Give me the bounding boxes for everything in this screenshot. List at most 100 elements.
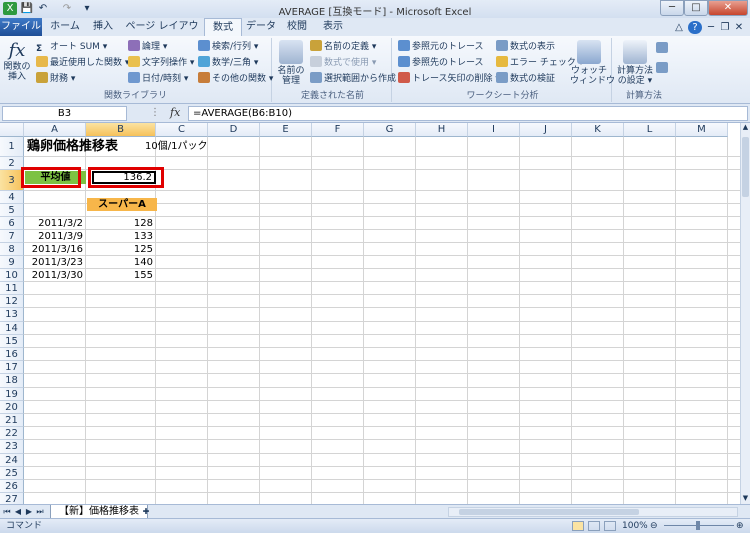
vertical-scrollbar[interactable]: ▲ ▼ <box>740 123 750 504</box>
tab-page-layout[interactable]: ページ レイアウト <box>122 18 202 50</box>
row-header-17[interactable]: 17 <box>0 361 24 375</box>
row-header-16[interactable]: 16 <box>0 348 24 362</box>
row-header-13[interactable]: 13 <box>0 308 24 322</box>
scroll-up-icon[interactable]: ▲ <box>741 123 750 133</box>
row-header-22[interactable]: 22 <box>0 427 24 441</box>
date-cell[interactable]: 2011/3/2 <box>25 217 83 230</box>
select-all-corner[interactable] <box>0 123 24 137</box>
prev-sheet-icon[interactable]: ◀ <box>13 507 23 516</box>
row-header-23[interactable]: 23 <box>0 440 24 454</box>
minimize-button[interactable]: ─ <box>660 0 684 16</box>
text-button[interactable]: 文字列操作 ▾ <box>128 56 194 71</box>
remove-arrows-button[interactable]: トレース矢印の削除 ▾ <box>398 72 500 87</box>
formula-input[interactable]: =AVERAGE(B6:B10) <box>188 106 748 121</box>
create-from-selection-button[interactable]: 選択範囲から作成 <box>310 72 396 87</box>
column-header-d[interactable]: D <box>208 123 260 137</box>
window-close-icon[interactable]: ✕ <box>732 21 746 34</box>
row-header-15[interactable]: 15 <box>0 334 24 348</box>
tab-view[interactable]: 表示 <box>316 18 350 36</box>
vertical-scroll-thumb[interactable] <box>742 137 749 197</box>
column-header-k[interactable]: K <box>572 123 624 137</box>
row-header-20[interactable]: 20 <box>0 400 24 414</box>
evaluate-formula-button[interactable]: 数式の検証 <box>496 72 555 87</box>
row-header-14[interactable]: 14 <box>0 321 24 335</box>
last-sheet-icon[interactable]: ⏭ <box>35 507 45 517</box>
row-header-24[interactable]: 24 <box>0 453 24 467</box>
calculation-options-button[interactable]: 計算方法 の設定 ▾ <box>616 40 654 86</box>
column-header-a[interactable]: A <box>24 123 86 137</box>
row-header-4[interactable]: 4 <box>0 191 24 204</box>
recent-functions-button[interactable]: 最近使用した関数 ▾ <box>36 56 129 71</box>
row-header-5[interactable]: 5 <box>0 204 24 217</box>
date-cell[interactable]: 2011/3/30 <box>25 269 83 282</box>
row-header-6[interactable]: 6 <box>0 217 24 230</box>
help-icon[interactable]: ? <box>688 21 702 34</box>
trace-dependents-button[interactable]: 参照先のトレース <box>398 56 484 71</box>
price-cell[interactable]: 140 <box>87 256 153 269</box>
column-header-e[interactable]: E <box>260 123 312 137</box>
row-header-7[interactable]: 7 <box>0 230 24 243</box>
tab-insert[interactable]: 挿入 <box>86 18 120 36</box>
tab-data[interactable]: データ <box>244 18 278 36</box>
trace-precedents-button[interactable]: 参照元のトレース <box>398 40 484 55</box>
insert-function-fx-icon[interactable]: fx <box>170 106 180 119</box>
row-header-19[interactable]: 19 <box>0 387 24 401</box>
tab-file[interactable]: ファイル <box>0 18 42 36</box>
define-name-button[interactable]: 名前の定義 ▾ <box>310 40 376 55</box>
row-header-21[interactable]: 21 <box>0 414 24 428</box>
name-manager-button[interactable]: 名前の 管理 <box>276 40 306 86</box>
show-formulas-button[interactable]: 数式の表示 <box>496 40 555 55</box>
logical-button[interactable]: 論理 ▾ <box>128 40 167 55</box>
calculate-sheet-button[interactable] <box>656 62 670 77</box>
row-header-1[interactable]: 1 <box>0 137 24 157</box>
column-header-g[interactable]: G <box>364 123 416 137</box>
column-header-c[interactable]: C <box>156 123 208 137</box>
lookup-button[interactable]: 検索/行列 ▾ <box>198 40 258 55</box>
column-header-l[interactable]: L <box>624 123 676 137</box>
zoom-in-icon[interactable]: ⊕ <box>736 519 744 533</box>
math-button[interactable]: 数学/三角 ▾ <box>198 56 258 71</box>
more-functions-button[interactable]: その他の関数 ▾ <box>198 72 273 87</box>
column-header-f[interactable]: F <box>312 123 364 137</box>
price-cell[interactable]: 128 <box>87 217 153 230</box>
worksheet-grid[interactable]: ABCDEFGHIJKLM 1 2 3 4 5 6 7 8 9 10 11 12 13 14 15 16 17 1… <box>0 123 740 504</box>
financial-button[interactable]: 財務 ▾ <box>36 72 75 87</box>
use-in-formula-button[interactable]: 数式で使用 ▾ <box>310 56 376 71</box>
column-header-m[interactable]: M <box>676 123 728 137</box>
tab-formulas[interactable]: 数式 <box>204 18 242 37</box>
unit-note[interactable]: 10個/1パック <box>145 137 207 157</box>
column-header-j[interactable]: J <box>520 123 572 137</box>
page-layout-view-icon[interactable] <box>588 521 600 531</box>
date-cell[interactable]: 2011/3/9 <box>25 230 83 243</box>
row-header-25[interactable]: 25 <box>0 466 24 480</box>
row-header-18[interactable]: 18 <box>0 374 24 388</box>
price-cell[interactable]: 133 <box>87 230 153 243</box>
row-header-8[interactable]: 8 <box>0 243 24 256</box>
tab-review[interactable]: 校閲 <box>280 18 314 36</box>
sheet-tab[interactable]: 【新】価格推移表 <box>50 505 148 519</box>
column-header-h[interactable]: H <box>416 123 468 137</box>
date-cell[interactable]: 2011/3/23 <box>25 256 83 269</box>
calculate-now-button[interactable] <box>656 42 670 57</box>
scroll-down-icon[interactable]: ▼ <box>741 494 750 504</box>
autosum-button[interactable]: Σ オート SUM ▾ <box>36 40 107 55</box>
row-header-27[interactable]: 27 <box>0 493 24 504</box>
normal-view-icon[interactable] <box>572 521 584 531</box>
page-break-view-icon[interactable] <box>604 521 616 531</box>
close-button[interactable]: ✕ <box>708 0 748 16</box>
row-header-11[interactable]: 11 <box>0 282 24 296</box>
row-header-26[interactable]: 26 <box>0 480 24 494</box>
first-sheet-icon[interactable]: ⏮ <box>2 507 12 517</box>
insert-sheet-icon[interactable]: ✚ <box>140 507 152 516</box>
date-cell[interactable]: 2011/3/16 <box>25 243 83 256</box>
datetime-button[interactable]: 日付/時刻 ▾ <box>128 72 188 87</box>
window-minimize-icon[interactable]: ─ <box>704 21 718 34</box>
row-header-9[interactable]: 9 <box>0 256 24 269</box>
price-cell[interactable]: 155 <box>87 269 153 282</box>
insert-function-button[interactable]: fx 関数の 挿入 <box>2 40 32 82</box>
price-cell[interactable]: 125 <box>87 243 153 256</box>
window-restore-icon[interactable]: ❐ <box>718 21 732 34</box>
next-sheet-icon[interactable]: ▶ <box>24 507 34 516</box>
row-header-12[interactable]: 12 <box>0 295 24 309</box>
ribbon-collapse-icon[interactable]: △ <box>672 21 686 34</box>
